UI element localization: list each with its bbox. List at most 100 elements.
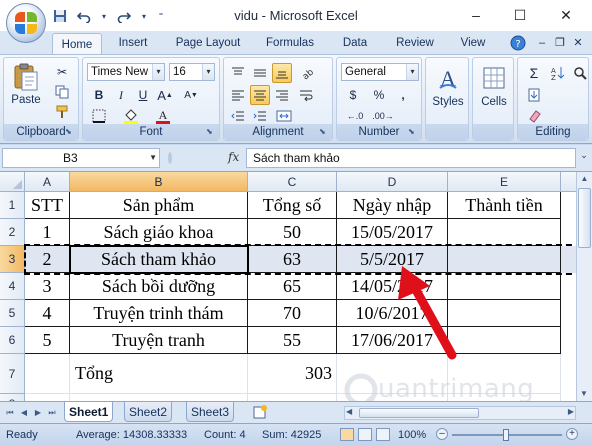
cell-d8[interactable] [337, 394, 448, 401]
column-header-c[interactable]: C [248, 172, 337, 192]
cell-b6[interactable]: Truyện tranh [70, 327, 248, 354]
tab-view[interactable]: View [452, 32, 494, 54]
tab-home[interactable]: Home [52, 33, 102, 55]
format-painter-icon[interactable] [52, 102, 72, 122]
cell-a6[interactable]: 5 [25, 327, 70, 354]
cell-d7[interactable] [337, 354, 448, 394]
tab-review[interactable]: Review [386, 32, 444, 54]
decrease-indent-icon[interactable] [228, 106, 248, 126]
cell-c3[interactable]: 63 [248, 246, 337, 273]
grow-font-icon[interactable]: A ▲ [155, 85, 175, 105]
vertical-scroll-thumb[interactable] [578, 188, 591, 248]
tab-insert[interactable]: Insert [108, 32, 158, 54]
cell-a3[interactable]: 2 [25, 246, 70, 273]
tab-page-layout[interactable]: Page Layout [168, 32, 248, 54]
close-button[interactable]: ✕ [544, 0, 588, 30]
cell-c4[interactable]: 65 [248, 273, 337, 300]
cell-e8[interactable] [448, 394, 561, 401]
cell-d4[interactable]: 14/05/2017 [337, 273, 448, 300]
cell-c6[interactable]: 55 [248, 327, 337, 354]
cell-e3[interactable] [448, 246, 561, 273]
paste-button[interactable]: Paste [8, 62, 44, 106]
column-header-e[interactable]: E [448, 172, 561, 192]
cell-a2[interactable]: 1 [25, 219, 70, 246]
cell-c8[interactable] [248, 394, 337, 401]
sheet-tab-3[interactable]: Sheet3 [186, 402, 235, 422]
column-header-a[interactable]: A [25, 172, 70, 192]
select-all-corner[interactable] [0, 172, 25, 192]
row-header-8[interactable]: 8 [0, 394, 25, 401]
align-left-icon[interactable] [228, 85, 248, 105]
customize-qat-icon[interactable]: ⁼ [156, 8, 166, 24]
number-format-dropdown-icon[interactable]: ▾ [406, 64, 418, 80]
normal-view-icon[interactable] [340, 428, 354, 441]
zoom-slider-thumb[interactable] [503, 429, 509, 441]
page-layout-view-icon[interactable] [358, 428, 372, 441]
cell-e6[interactable] [448, 327, 561, 354]
horizontal-scrollbar[interactable]: ◀ ▶ [344, 406, 576, 420]
sheet-tab-1[interactable]: Sheet1 [64, 402, 114, 422]
clipboard-launcher-icon[interactable]: ⬊ [65, 127, 75, 137]
cell-e7[interactable] [448, 354, 561, 394]
cell-e5[interactable] [448, 300, 561, 327]
clear-icon[interactable] [524, 106, 544, 126]
wrap-text-icon[interactable] [296, 85, 316, 105]
cut-icon[interactable]: ✂ [52, 62, 72, 82]
font-name-combo[interactable]: Times New Ro ▾ [87, 63, 165, 81]
align-middle-icon[interactable] [250, 63, 270, 83]
ribbon-minimize-icon[interactable]: – [534, 32, 550, 54]
scroll-down-icon[interactable]: ▼ [577, 387, 591, 401]
bold-button[interactable]: B [89, 85, 109, 105]
zoom-out-icon[interactable]: – [436, 428, 448, 440]
insert-function-button[interactable]: fx [228, 150, 239, 164]
font-size-combo[interactable]: 16 ▾ [169, 63, 215, 81]
cell-c5[interactable]: 70 [248, 300, 337, 327]
scroll-up-icon[interactable]: ▲ [577, 172, 592, 186]
page-break-view-icon[interactable] [376, 428, 390, 441]
number-format-combo[interactable]: General ▾ [341, 63, 419, 81]
autosum-icon[interactable]: Σ [524, 63, 544, 83]
undo-icon[interactable] [76, 8, 92, 24]
scroll-left-icon[interactable]: ◀ [346, 407, 352, 416]
align-top-icon[interactable] [228, 63, 248, 83]
cell-b8[interactable] [70, 394, 248, 401]
insert-sheet-icon[interactable] [252, 404, 268, 420]
next-sheet-icon[interactable]: ▶ [32, 406, 44, 420]
fill-icon[interactable] [524, 85, 544, 105]
row-header-4[interactable]: 4 [0, 273, 25, 300]
merge-center-icon[interactable] [274, 106, 294, 126]
styles-button[interactable]: A Styles [428, 64, 468, 108]
vertical-scrollbar[interactable]: ▲ ▼ [576, 172, 592, 401]
maximize-button[interactable]: ☐ [498, 0, 542, 30]
decrease-decimal-icon[interactable]: .00→ [372, 106, 394, 126]
increase-decimal-icon[interactable]: ←.0 [345, 106, 365, 126]
percent-button[interactable]: % [369, 85, 389, 105]
row-header-2[interactable]: 2 [0, 219, 25, 246]
font-color-icon[interactable]: A [153, 106, 173, 126]
currency-button[interactable]: $ [343, 85, 363, 105]
cell-b4[interactable]: Sách bồi dưỡng [70, 273, 248, 300]
office-button[interactable] [6, 3, 46, 43]
sheet-tab-2[interactable]: Sheet2 [124, 402, 173, 422]
ribbon-restore-icon[interactable]: ❐ [552, 32, 568, 54]
column-header-b[interactable]: B [70, 172, 248, 192]
worksheet-grid[interactable]: A B C D E 1 2 3 4 5 6 7 8 STT Sản phẩm T… [0, 172, 592, 401]
cell-d2[interactable]: 15/05/2017 [337, 219, 448, 246]
cell-e4[interactable] [448, 273, 561, 300]
font-size-dropdown-icon[interactable]: ▾ [202, 64, 214, 80]
prev-sheet-icon[interactable]: ◀ [18, 406, 30, 420]
undo-dropdown-icon[interactable]: ▾ [100, 8, 108, 24]
underline-button[interactable]: U [133, 85, 153, 105]
minimize-button[interactable]: – [454, 0, 498, 30]
last-sheet-icon[interactable]: ⏭ [46, 406, 58, 420]
cell-d6[interactable]: 17/06/2017 [337, 327, 448, 354]
zoom-in-icon[interactable]: + [566, 428, 578, 440]
cell-e1[interactable]: Thành tiền [448, 192, 561, 219]
cell-d5[interactable]: 10/6/2017 [337, 300, 448, 327]
cell-d1[interactable]: Ngày nhập [337, 192, 448, 219]
cell-a1[interactable]: STT [25, 192, 70, 219]
help-icon[interactable]: ? [510, 35, 526, 51]
row-header-5[interactable]: 5 [0, 300, 25, 327]
redo-dropdown-icon[interactable]: ▾ [140, 8, 148, 24]
shrink-font-icon[interactable]: A ▼ [181, 85, 201, 105]
